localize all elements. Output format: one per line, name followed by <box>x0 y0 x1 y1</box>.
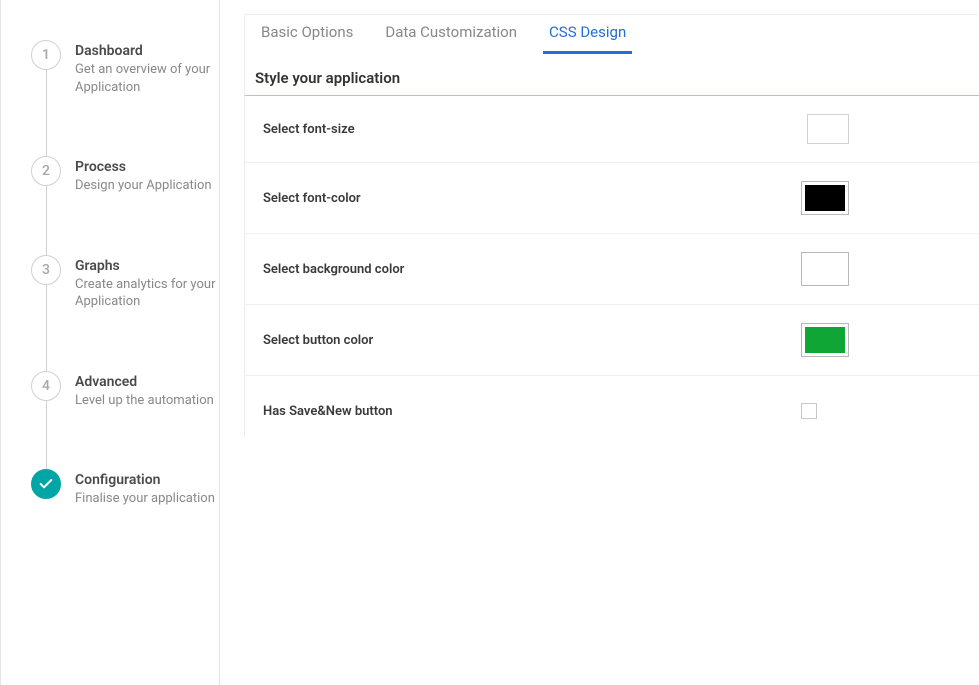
font-size-label: Select font-size <box>263 122 355 137</box>
tab-data-customization[interactable]: Data Customization <box>379 15 523 54</box>
step-title: Process <box>75 159 212 175</box>
tab-css-design[interactable]: CSS Design <box>543 15 632 54</box>
row-background-color: Select background color <box>245 234 979 305</box>
step-description: Get an overview of your Application <box>75 61 219 96</box>
button-color-label: Select button color <box>263 333 373 348</box>
settings-panel: Basic Options Data Customization CSS Des… <box>244 14 979 438</box>
bg-color-label: Select background color <box>263 262 404 277</box>
color-swatch-inner <box>805 256 845 282</box>
color-swatch-inner <box>805 327 845 353</box>
font-color-swatch[interactable] <box>801 181 849 215</box>
step-description: Design your Application <box>75 177 212 195</box>
button-color-swatch[interactable] <box>801 323 849 357</box>
main-content: Basic Options Data Customization CSS Des… <box>220 0 979 685</box>
save-new-checkbox[interactable] <box>801 403 817 419</box>
step-list: 1 Dashboard Get an overview of your Appl… <box>31 40 219 508</box>
step-title: Configuration <box>75 472 215 488</box>
step-description: Finalise your application <box>75 490 215 508</box>
step-title: Graphs <box>75 258 219 274</box>
step-configuration[interactable]: Configuration Finalise your application <box>31 469 219 508</box>
step-number-icon: 1 <box>31 40 61 70</box>
tab-basic-options[interactable]: Basic Options <box>255 15 359 54</box>
row-button-color: Select button color <box>245 305 979 376</box>
save-new-label: Has Save&New button <box>263 404 393 419</box>
step-number-icon: 2 <box>31 156 61 186</box>
check-icon <box>31 469 61 499</box>
step-number-icon: 3 <box>31 255 61 285</box>
step-description: Level up the automation <box>75 392 214 410</box>
step-title: Dashboard <box>75 43 219 59</box>
row-save-new: Has Save&New button <box>245 376 979 438</box>
step-title: Advanced <box>75 374 214 390</box>
row-font-size: Select font-size <box>245 96 979 163</box>
step-process[interactable]: 2 Process Design your Application <box>31 156 219 195</box>
step-dashboard[interactable]: 1 Dashboard Get an overview of your Appl… <box>31 40 219 96</box>
row-font-color: Select font-color <box>245 163 979 234</box>
step-advanced[interactable]: 4 Advanced Level up the automation <box>31 371 219 410</box>
font-color-label: Select font-color <box>263 191 361 206</box>
step-number-icon: 4 <box>31 371 61 401</box>
step-description: Create analytics for your Application <box>75 276 219 311</box>
bg-color-swatch[interactable] <box>801 252 849 286</box>
tabs: Basic Options Data Customization CSS Des… <box>245 15 979 55</box>
section-title: Style your application <box>245 55 979 96</box>
step-graphs[interactable]: 3 Graphs Create analytics for your Appli… <box>31 255 219 311</box>
font-size-input[interactable] <box>807 114 849 144</box>
color-swatch-inner <box>805 185 845 211</box>
sidebar: 1 Dashboard Get an overview of your Appl… <box>0 0 220 685</box>
